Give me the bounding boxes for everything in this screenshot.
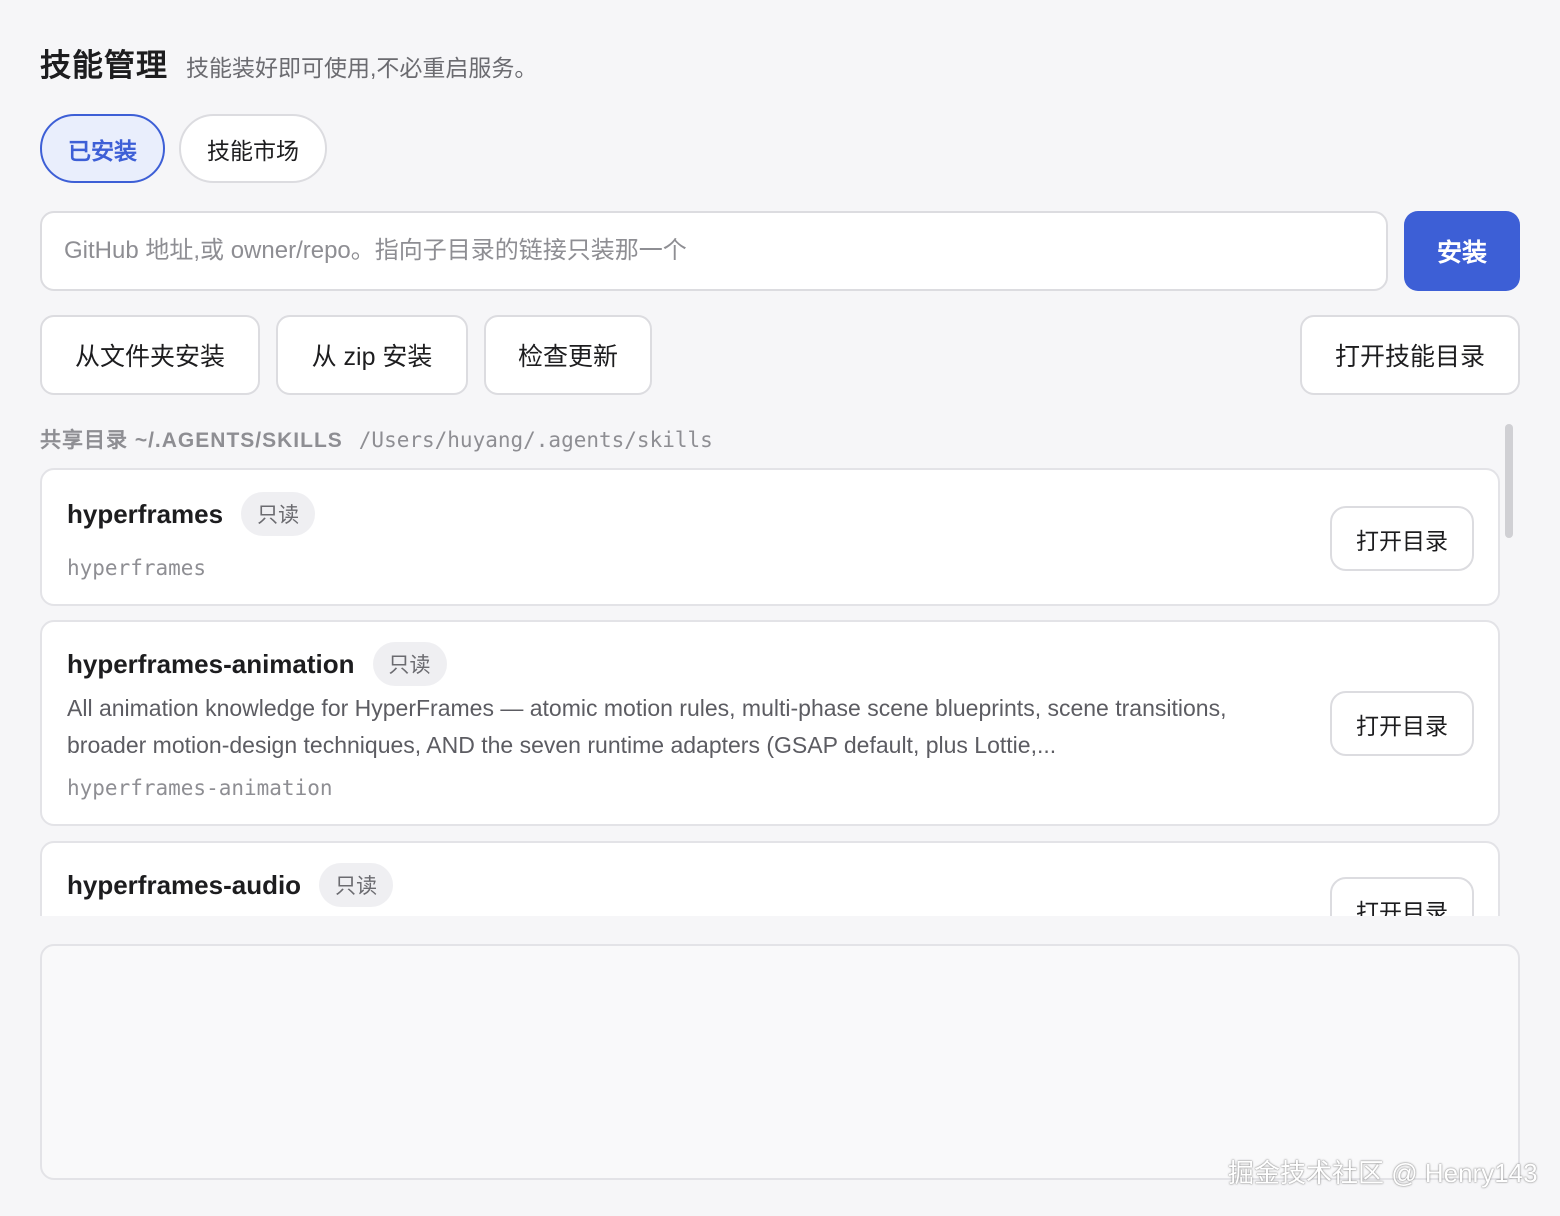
page-subtitle: 技能装好即可使用,不必重启服务。 (186, 55, 538, 81)
install-from-zip-button[interactable]: 从 zip 安装 (276, 315, 468, 395)
shared-dir-path: /Users/huyang/.agents/skills (358, 428, 713, 452)
shared-dir-label: 共享目录 ~/.AGENTS/SKILLS /Users/huyang/.age… (40, 424, 713, 454)
skill-name-line: hyperframes-audio 只读 (67, 863, 394, 907)
action-row: 从文件夹安装 从 zip 安装 检查更新 打开技能目录 (40, 315, 1520, 395)
readonly-badge: 只读 (319, 863, 394, 907)
install-row: 安装 (40, 211, 1520, 291)
tab-installed[interactable]: 已安装 (40, 114, 165, 183)
open-skill-dir-button[interactable]: 打开目录 (1330, 877, 1474, 916)
open-skill-dir-button[interactable]: 打开目录 (1330, 506, 1474, 571)
skills-manager-page: 技能管理 技能装好即可使用,不必重启服务。 已安装 技能市场 安装 从文件夹安装… (0, 0, 1560, 1216)
skill-description: All animation knowledge for HyperFrames … (67, 695, 1227, 758)
install-button[interactable]: 安装 (1404, 211, 1520, 291)
skill-slug: hyperframes (67, 556, 207, 580)
repo-url-input[interactable] (40, 211, 1388, 291)
page-header: 技能管理 技能装好即可使用,不必重启服务。 (40, 40, 537, 85)
readonly-badge: 只读 (372, 642, 447, 686)
skill-name: hyperframes-audio (67, 869, 302, 900)
skill-name: hyperframes-animation (67, 648, 355, 679)
shared-dir-name: 共享目录 ~/.AGENTS/SKILLS (40, 429, 343, 452)
page-title: 技能管理 (40, 48, 168, 83)
log-panel (40, 944, 1520, 1180)
skill-name: hyperframes (67, 498, 224, 529)
readonly-badge: 只读 (241, 492, 316, 536)
skill-card: hyperframes-audio 只读 打开目录 (40, 841, 1500, 916)
check-updates-button[interactable]: 检查更新 (484, 315, 652, 395)
open-skills-dir-button[interactable]: 打开技能目录 (1300, 315, 1520, 395)
skill-card: hyperframes 只读 hyperframes 打开目录 (40, 468, 1500, 606)
watermark: 掘金技术社区 @ Henry143 (1228, 1158, 1538, 1188)
tab-bar: 已安装 技能市场 (40, 114, 327, 183)
install-from-folder-button[interactable]: 从文件夹安装 (40, 315, 260, 395)
skill-slug: hyperframes-animation (67, 776, 333, 800)
skill-card: hyperframes-animation 只读 All animation k… (40, 620, 1500, 826)
skill-name-line: hyperframes 只读 (67, 492, 316, 536)
open-skill-dir-button[interactable]: 打开目录 (1330, 691, 1474, 756)
tab-marketplace[interactable]: 技能市场 (179, 114, 327, 183)
skills-list: hyperframes 只读 hyperframes 打开目录 hyperfra… (40, 468, 1520, 916)
skill-name-line: hyperframes-animation 只读 (67, 642, 447, 686)
